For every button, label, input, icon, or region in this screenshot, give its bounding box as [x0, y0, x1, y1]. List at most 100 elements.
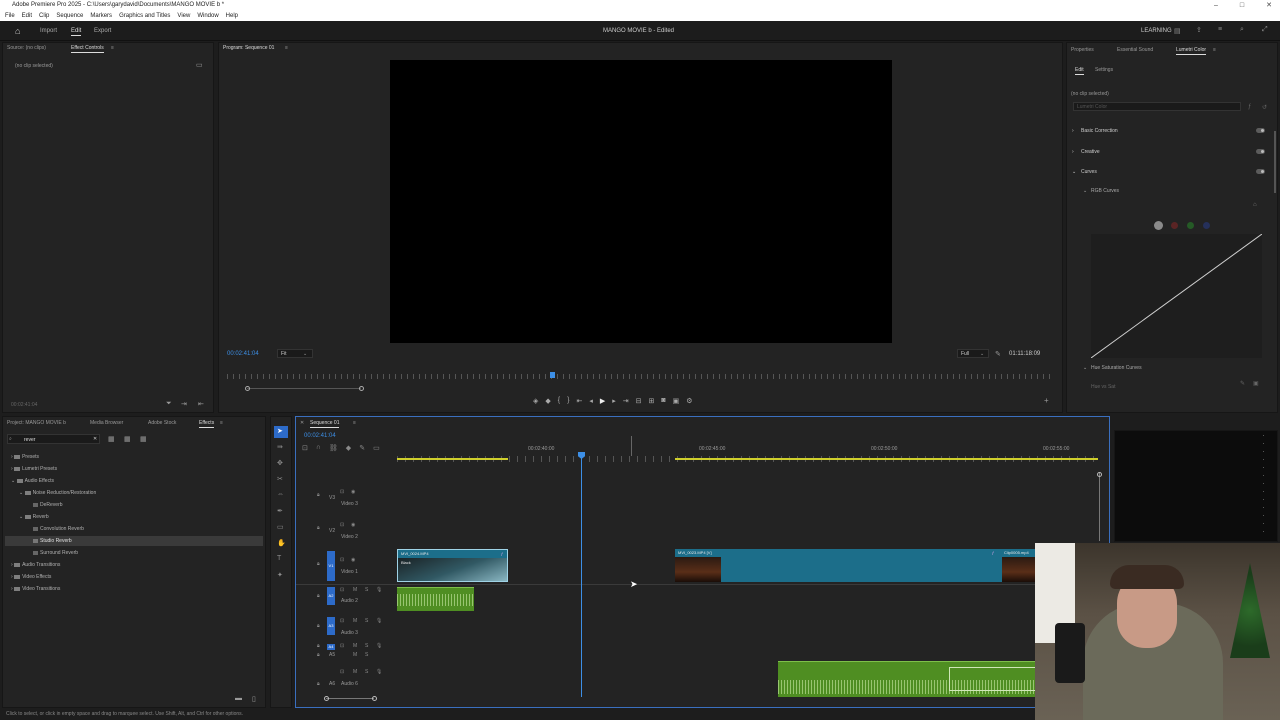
add-marker-icon[interactable]: ◆ [346, 444, 351, 454]
clear-search-icon[interactable]: ✕ [93, 436, 97, 442]
eyedropper-icon[interactable]: ⌂ [1253, 202, 1257, 208]
section-creative[interactable]: Creative [1081, 149, 1100, 155]
tab-properties[interactable]: Properties [1071, 47, 1094, 53]
tree-item-convolution-reverb[interactable]: Convolution Reverb [33, 526, 84, 532]
comparison-icon[interactable]: ▣ [673, 397, 680, 406]
mute-button[interactable]: M [353, 669, 357, 675]
tree-item-video-effects[interactable]: › Video Effects [11, 574, 51, 580]
timeline-timecode[interactable]: 00:02:41:04 [304, 433, 336, 439]
workspaces-icon[interactable]: ▤ [1174, 27, 1181, 35]
tree-item-dereverb[interactable]: DeReverb [33, 502, 63, 508]
monitor-playhead[interactable] [550, 372, 555, 378]
sync-icon[interactable]: ⊡ [340, 557, 344, 563]
ripple-icon[interactable]: ⇤ [198, 400, 204, 408]
lock-icon[interactable]: 🔒︎ [317, 643, 320, 649]
accelerated-effects-icon[interactable]: ▦ [108, 435, 115, 443]
search-icon[interactable]: ⌕ [1240, 26, 1244, 34]
maximize-icon[interactable]: □ [1240, 0, 1244, 11]
panel-menu-icon[interactable]: ≡ [353, 420, 356, 426]
menu-window[interactable]: Window [197, 11, 218, 21]
track-target-a4[interactable]: A4 [327, 644, 335, 650]
trash-icon[interactable]: ▯ [252, 695, 256, 703]
menu-file[interactable]: File [5, 11, 15, 21]
solo-button[interactable]: S [365, 643, 368, 649]
clip-mvi-0023[interactable]: MVI_0023.MP4 [V] ƒ [675, 549, 1003, 582]
panel-menu-icon[interactable]: ≡ [1213, 47, 1216, 53]
curve-white-channel[interactable] [1154, 221, 1163, 230]
mic-icon[interactable]: 🎙︎ [376, 669, 382, 675]
lock-icon[interactable]: 🔒︎ [317, 593, 320, 599]
video-viewer[interactable] [390, 60, 892, 343]
export-frame-icon[interactable]: ◙ [661, 397, 665, 406]
menu-sequence[interactable]: Sequence [56, 11, 83, 21]
tab-export[interactable]: Export [94, 28, 111, 34]
share-icon[interactable]: ⇪ [1196, 26, 1202, 34]
ripple-edit-icon[interactable]: ✥ [277, 459, 283, 467]
step-back-icon[interactable]: ◂ [589, 397, 593, 406]
tab-lumetri-color[interactable]: Lumetri Color [1176, 47, 1207, 55]
panel-scrollbar[interactable] [1274, 131, 1276, 193]
section-basic-correction[interactable]: Basic Correction [1081, 128, 1118, 134]
go-to-out-icon[interactable]: ⇥ [623, 397, 629, 406]
clip-0005[interactable]: Clip0005.mp4 [1002, 549, 1036, 582]
eye-icon[interactable]: ◉ [351, 522, 355, 528]
chevron-down-icon[interactable]: ⌄ [1072, 169, 1076, 175]
sequence-tab[interactable]: Sequence 01 [310, 420, 340, 428]
menu-graphics[interactable]: Graphics and Titles [119, 11, 170, 21]
subtab-settings[interactable]: Settings [1095, 67, 1113, 73]
basic-correction-toggle[interactable] [1256, 128, 1265, 133]
tree-item-audio-transitions[interactable]: › Audio Transitions [11, 562, 60, 568]
type-tool-icon[interactable]: T [277, 555, 281, 562]
tab-project[interactable]: Project: MANGO MOVIE b [7, 420, 66, 426]
captions-icon[interactable]: ▭ [373, 444, 380, 454]
curve-green-channel[interactable] [1187, 222, 1194, 229]
lock-icon[interactable]: 🔒︎ [317, 525, 320, 531]
add-marker-icon[interactable]: ◆ [545, 397, 550, 406]
clip-mvi-0024[interactable]: MVI_0024.MP4 ƒ Black [397, 549, 508, 582]
sync-icon[interactable]: ⊡ [340, 522, 344, 528]
eyedropper-icon[interactable]: ✎ [1240, 380, 1245, 387]
tree-item-lumetri-presets[interactable]: › Lumetri Presets [11, 466, 57, 472]
new-bin-icon[interactable]: ▬ [235, 695, 242, 702]
mute-button[interactable]: M [353, 652, 357, 658]
tree-item-noise-reduction[interactable]: ⌄ Noise Reduction/Restoration [19, 490, 96, 496]
scroll-handle-right[interactable] [359, 386, 364, 391]
solo-button[interactable]: S [365, 618, 368, 624]
tab-essential-sound[interactable]: Essential Sound [1117, 47, 1153, 53]
slip-tool-icon[interactable]: ⇔ [277, 491, 284, 498]
mark-in-icon[interactable]: { [558, 397, 560, 406]
lock-icon[interactable]: 🔒︎ [317, 623, 320, 629]
chevron-right-icon[interactable]: › [1072, 149, 1074, 155]
curve-blue-channel[interactable] [1203, 222, 1210, 229]
mute-button[interactable]: M [353, 618, 357, 624]
eye-icon[interactable]: ◉ [351, 557, 355, 563]
chevron-down-icon[interactable]: ⌄ [1083, 365, 1087, 371]
quality-dropdown[interactable]: Full ⌄ [957, 349, 989, 358]
rgb-curve-graph[interactable] [1091, 234, 1262, 358]
tree-item-presets[interactable]: › Presets [11, 454, 39, 460]
32bit-effects-icon[interactable]: ▦ [124, 435, 131, 443]
creative-toggle[interactable] [1256, 149, 1265, 154]
track-target-v1[interactable]: V1 [327, 551, 335, 581]
solo-button[interactable]: S [365, 669, 368, 675]
tab-source[interactable]: Source: (no clips) [7, 45, 46, 51]
section-curves[interactable]: Curves [1081, 169, 1097, 175]
settings-icon[interactable]: ✎ [359, 444, 365, 454]
mic-icon[interactable]: 🎙︎ [376, 643, 382, 649]
panel-menu-icon[interactable]: ≡ [111, 45, 114, 51]
minimize-icon[interactable]: – [1214, 0, 1218, 11]
tab-edit[interactable]: Edit [71, 28, 82, 36]
tab-effect-controls[interactable]: Effect Controls [71, 45, 104, 53]
curves-toggle[interactable] [1256, 169, 1265, 174]
sync-icon[interactable]: ⊡ [340, 587, 344, 593]
curve-red-channel[interactable] [1171, 222, 1178, 229]
tree-item-video-transitions[interactable]: › Video Transitions [11, 586, 60, 592]
playhead-timecode[interactable]: 00:02:41:04 [227, 351, 259, 357]
fit-dropdown[interactable]: Fit ⌄ [277, 349, 313, 358]
mute-button[interactable]: M [353, 587, 357, 593]
menu-clip[interactable]: Clip [39, 11, 49, 21]
hscroll-handle-left[interactable] [324, 696, 329, 701]
rectangle-tool-icon[interactable]: ▭ [277, 523, 284, 531]
extract-icon[interactable]: ⊞ [649, 397, 655, 406]
learning-workspace[interactable]: LEARNING [1141, 28, 1172, 34]
